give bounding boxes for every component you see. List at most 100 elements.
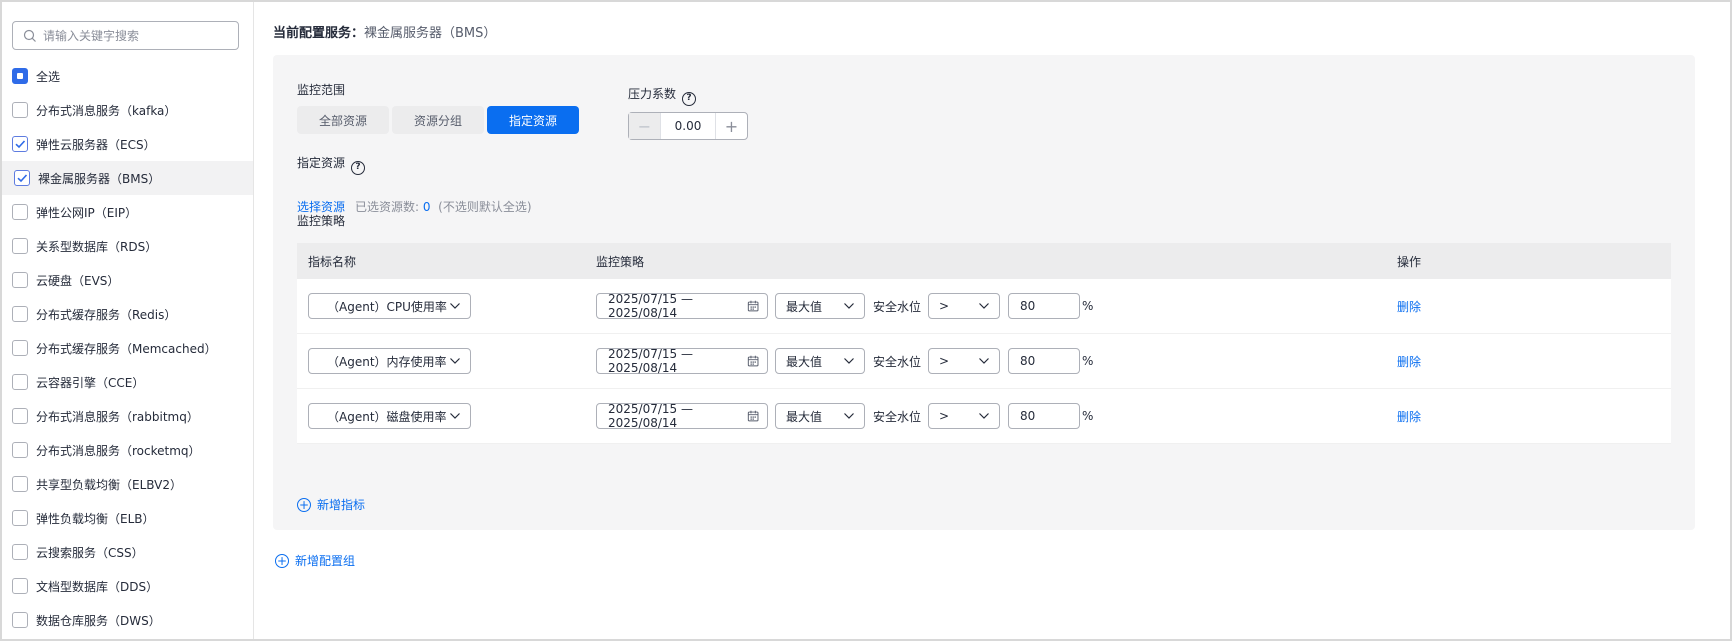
chevron-down-icon xyxy=(844,303,854,309)
date-range-value: 2025/07/15 — 2025/08/14 xyxy=(608,347,693,375)
aggregation-select[interactable]: 最大值 xyxy=(775,403,865,429)
service-item[interactable]: 分布式消息服务（rabbitmq） xyxy=(2,399,253,433)
aggregation-value: 最大值 xyxy=(786,299,823,314)
checkbox[interactable] xyxy=(12,476,28,492)
operator-select[interactable]: > xyxy=(928,293,1001,319)
check-icon xyxy=(17,174,28,183)
threshold-input[interactable]: 80 xyxy=(1008,403,1081,429)
metric-value: （Agent）内存使用率 xyxy=(327,354,447,369)
service-item[interactable]: 云搜索服务（CSS） xyxy=(2,535,253,569)
water-level-label: 安全水位 xyxy=(873,299,922,314)
scope-label: 监控范围 xyxy=(297,83,346,97)
service-item[interactable]: 云硬盘（EVS） xyxy=(2,263,253,297)
threshold-input[interactable]: 80 xyxy=(1008,293,1081,319)
date-range-picker[interactable]: 2025/07/15 — 2025/08/14 xyxy=(596,292,768,320)
pressure-stepper[interactable]: − 0.00 + xyxy=(628,112,748,140)
checkbox[interactable] xyxy=(12,238,28,254)
specified-label-wrap: 指定资源? xyxy=(297,154,366,175)
service-label: 弹性负载均衡（ELB） xyxy=(36,511,155,526)
metric-value: （Agent）CPU使用率 xyxy=(327,299,447,314)
service-label: 数据仓库服务（DWS） xyxy=(36,613,161,628)
checkbox-checked[interactable] xyxy=(14,170,30,186)
add-metric-button[interactable]: + 新增指标 xyxy=(297,496,365,513)
service-item[interactable]: 弹性云服务器（ECS） xyxy=(2,127,253,161)
plus-icon[interactable]: + xyxy=(715,113,747,139)
delete-link[interactable]: 删除 xyxy=(1397,410,1421,424)
service-item[interactable]: 共享型负载均衡（ELBV2） xyxy=(2,467,253,501)
delete-link[interactable]: 删除 xyxy=(1397,300,1421,314)
checkbox[interactable] xyxy=(12,612,28,628)
service-item[interactable]: 文档型数据库（DDS） xyxy=(2,569,253,603)
minus-icon[interactable]: − xyxy=(629,113,661,139)
service-sidebar: 请输入关键字搜索 全选 分布式消息服务（kafka） 弹性云服务器（ECS） 裸… xyxy=(2,2,254,639)
service-label: 弹性公网IP（EIP） xyxy=(36,205,138,220)
config-group-panel: 监控范围 全部资源 资源分组 指定资源 压力系数? − 0.00 + 指定资源?… xyxy=(273,55,1695,530)
chevron-down-icon xyxy=(979,413,989,419)
aggregation-select[interactable]: 最大值 xyxy=(775,293,865,319)
checkbox[interactable] xyxy=(12,408,28,424)
header-action: 操作 xyxy=(1397,254,1422,269)
checkbox-checked[interactable] xyxy=(12,136,28,152)
service-item[interactable]: 分布式缓存服务（Redis） xyxy=(2,297,253,331)
add-config-group-button[interactable]: + 新增配置组 xyxy=(275,552,355,569)
chevron-down-icon xyxy=(979,358,989,364)
scope-all-button[interactable]: 全部资源 xyxy=(297,106,390,134)
scope-specified-button[interactable]: 指定资源 xyxy=(487,106,580,134)
select-all-item[interactable]: 全选 xyxy=(2,59,253,93)
checkbox[interactable] xyxy=(12,272,28,288)
water-level-label: 安全水位 xyxy=(873,409,922,424)
metric-select[interactable]: （Agent）磁盘使用率 xyxy=(308,403,471,429)
chevron-down-icon xyxy=(450,413,460,419)
checkbox[interactable] xyxy=(12,340,28,356)
aggregation-select[interactable]: 最大值 xyxy=(775,348,865,374)
header-metric: 指标名称 xyxy=(308,254,357,269)
help-icon[interactable]: ? xyxy=(351,161,366,175)
service-item[interactable]: 云容器引擎（CCE） xyxy=(2,365,253,399)
service-item[interactable]: 分布式缓存服务（Memcached） xyxy=(2,331,253,365)
scope-segmented-control: 全部资源 资源分组 指定资源 xyxy=(297,106,580,134)
checkbox[interactable] xyxy=(12,374,28,390)
service-item-active[interactable]: 裸金属服务器（BMS） xyxy=(2,161,253,195)
operator-select[interactable]: > xyxy=(928,403,1001,429)
pressure-label: 压力系数 xyxy=(628,87,677,101)
delete-link[interactable]: 删除 xyxy=(1397,355,1421,369)
search-placeholder: 请输入关键字搜索 xyxy=(43,29,140,43)
metric-value: （Agent）磁盘使用率 xyxy=(327,409,447,424)
metric-select[interactable]: （Agent）内存使用率 xyxy=(308,348,471,374)
checkbox[interactable] xyxy=(12,544,28,560)
service-label: 云搜索服务（CSS） xyxy=(36,545,144,560)
help-icon[interactable]: ? xyxy=(682,92,697,106)
checkbox-indeterminate[interactable] xyxy=(12,68,28,84)
operator-select[interactable]: > xyxy=(928,348,1001,374)
pressure-value[interactable]: 0.00 xyxy=(661,113,715,139)
selected-count-label: 已选资源数: xyxy=(355,200,420,214)
current-service-label: 当前配置服务： xyxy=(273,26,365,41)
checkbox[interactable] xyxy=(12,204,28,220)
service-item[interactable]: 弹性公网IP（EIP） xyxy=(2,195,253,229)
calendar-icon xyxy=(747,410,759,422)
policy-table: 指标名称 监控策略 操作 （Agent）CPU使用率 2025/07/15 — … xyxy=(297,243,1671,444)
service-item[interactable]: 分布式消息服务（rocketmq） xyxy=(2,433,253,467)
specified-label: 指定资源 xyxy=(297,156,346,170)
service-item[interactable]: 弹性负载均衡（ELB） xyxy=(2,501,253,535)
date-range-picker[interactable]: 2025/07/15 — 2025/08/14 xyxy=(596,347,768,375)
metric-select[interactable]: （Agent）CPU使用率 xyxy=(308,293,471,319)
add-group-label: 新增配置组 xyxy=(295,554,356,568)
service-item[interactable]: 数据仓库服务（DWS） xyxy=(2,603,253,637)
checkbox[interactable] xyxy=(12,442,28,458)
selected-count: 0 xyxy=(422,200,431,214)
operator-value: > xyxy=(939,354,950,368)
checkbox[interactable] xyxy=(12,102,28,118)
checkbox[interactable] xyxy=(12,306,28,322)
service-item[interactable]: 分布式消息服务（kafka） xyxy=(2,93,253,127)
threshold-input[interactable]: 80 xyxy=(1008,348,1081,374)
scope-group-button[interactable]: 资源分组 xyxy=(392,106,485,134)
date-range-picker[interactable]: 2025/07/15 — 2025/08/14 xyxy=(596,402,768,430)
checkbox[interactable] xyxy=(12,578,28,594)
policy-label: 监控策略 xyxy=(297,214,346,228)
calendar-icon xyxy=(747,300,759,312)
checkbox[interactable] xyxy=(12,510,28,526)
add-metric-label: 新增指标 xyxy=(317,498,366,512)
search-input[interactable]: 请输入关键字搜索 xyxy=(12,21,239,50)
service-item[interactable]: 关系型数据库（RDS） xyxy=(2,229,253,263)
